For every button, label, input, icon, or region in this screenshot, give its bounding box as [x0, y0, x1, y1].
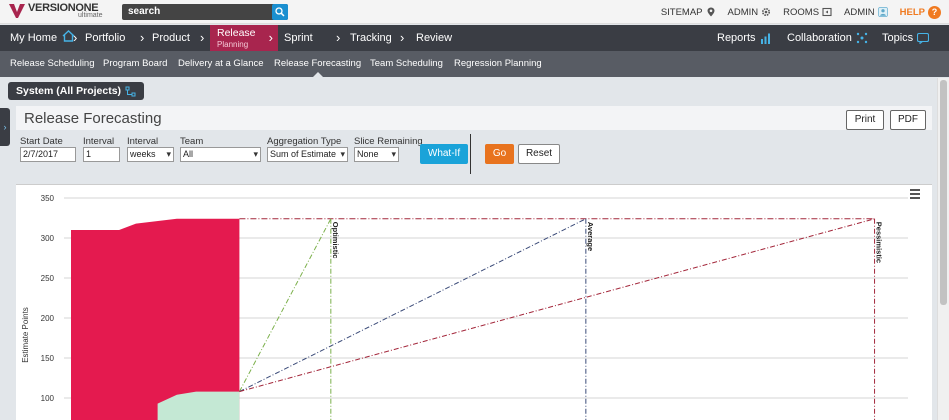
search-button[interactable]: [272, 4, 288, 20]
sidebar-toggle[interactable]: ›: [0, 108, 10, 146]
page-scrollbar[interactable]: [937, 78, 949, 420]
main-nav: My Home › Portfolio › Product › Release …: [0, 25, 949, 51]
user-admin-link[interactable]: ADMIN: [844, 7, 888, 18]
filter-bar: Start Date 2/7/2017 Interval 1 Interval …: [16, 134, 932, 182]
subnav-program-board[interactable]: Program Board: [103, 51, 167, 77]
nav-reports[interactable]: Reports: [717, 25, 771, 51]
what-if-button[interactable]: What-If: [420, 144, 468, 164]
page-title: Release Forecasting: [24, 110, 162, 127]
y-tick-label: 150: [41, 354, 55, 363]
scrollbar-thumb[interactable]: [940, 80, 947, 305]
interval-label: Interval: [83, 136, 115, 147]
help-link[interactable]: HELP ?: [900, 5, 941, 19]
sitemap-link[interactable]: SITEMAP: [661, 7, 716, 18]
chevron-right-icon: ›: [73, 30, 78, 45]
chevron-right-icon: ›: [200, 30, 205, 45]
go-button[interactable]: Go: [485, 144, 514, 164]
chevron-right-icon: ›: [3, 122, 7, 132]
team-select[interactable]: All: [180, 147, 261, 162]
chevron-right-icon: ›: [336, 30, 341, 45]
subnav-team-scheduling[interactable]: Team Scheduling: [370, 51, 443, 77]
search-input[interactable]: search: [122, 4, 288, 20]
subnav-release-scheduling[interactable]: Release Scheduling: [10, 51, 95, 77]
search-text: search: [128, 6, 161, 17]
logo-edition: ultimate: [78, 12, 103, 19]
nav-collaboration[interactable]: Collaboration: [787, 25, 868, 51]
chevron-right-icon: ›: [400, 30, 405, 45]
chart-menu-icon[interactable]: [910, 189, 920, 199]
interval-unit-select[interactable]: weeks: [127, 147, 174, 162]
subnav-release-forecasting[interactable]: Release Forecasting: [274, 51, 361, 77]
topics-icon: [917, 32, 930, 44]
sub-nav: Release Scheduling Program Board Deliver…: [0, 51, 949, 77]
nav-topics[interactable]: Topics: [882, 25, 930, 51]
team-label: Team: [180, 136, 204, 147]
forecast-label: Optimistic: [331, 222, 340, 259]
admin-link[interactable]: ADMIN: [728, 7, 772, 18]
remaining-area: [71, 218, 240, 420]
bar-chart-icon: [760, 33, 770, 44]
panel-header: Release Forecasting Print PDF: [16, 106, 932, 130]
start-date-label: Start Date: [20, 136, 63, 147]
y-tick-label: 300: [41, 234, 55, 243]
subnav-regression-planning[interactable]: Regression Planning: [454, 51, 542, 77]
rooms-link[interactable]: ROOMS: [783, 7, 832, 18]
y-tick-label: 100: [41, 394, 55, 403]
forecast-chart-svg: Estimate Points 350 300 250 200 150 100 Optimis…: [21, 189, 920, 420]
y-tick-label: 350: [41, 194, 55, 203]
nav-sprint[interactable]: Sprint: [284, 25, 313, 51]
project-selector[interactable]: System (All Projects): [8, 82, 145, 100]
nav-release[interactable]: Release Planning ›: [210, 25, 278, 51]
forecast-chart: Estimate Points 350 300 250 200 150 100 Optimis…: [16, 184, 932, 420]
y-tick-label: 250: [41, 274, 55, 283]
nav-review[interactable]: Review: [416, 25, 452, 51]
nav-portfolio[interactable]: Portfolio: [85, 25, 125, 51]
start-date-field[interactable]: 2/7/2017: [20, 147, 76, 162]
pdf-button[interactable]: PDF: [890, 110, 926, 130]
gear-icon: [762, 7, 771, 17]
forecast-label: Pessimistic: [875, 222, 884, 263]
nav-tracking[interactable]: Tracking: [350, 25, 392, 51]
hierarchy-icon: [125, 86, 136, 96]
interval-unit-label: Interval: [127, 136, 159, 147]
y-axis-label: Estimate Points: [21, 307, 30, 363]
search-icon: [275, 7, 285, 17]
aggregation-type-label: Aggregation Type: [267, 136, 342, 147]
forecast-label: Average: [586, 222, 595, 251]
location-icon: [707, 7, 715, 17]
y-tick-label: 200: [41, 314, 55, 323]
chevron-right-icon: ›: [268, 30, 273, 45]
filter-divider: [470, 134, 471, 174]
user-icon: [877, 7, 888, 17]
network-icon: [856, 32, 868, 44]
forecast-line-average: [239, 218, 587, 393]
nav-my-home[interactable]: My Home: [10, 25, 75, 51]
help-icon: ?: [928, 5, 941, 19]
top-bar: VERSIONONE ultimate search SITEMAP ADMIN…: [0, 0, 949, 24]
interval-field[interactable]: 1: [83, 147, 120, 162]
reset-button[interactable]: Reset: [518, 144, 560, 164]
chevron-right-icon: ›: [140, 30, 145, 45]
versionone-logo-icon: [9, 4, 25, 18]
print-button[interactable]: Print: [846, 110, 884, 130]
nav-product[interactable]: Product: [152, 25, 190, 51]
forecast-line-optimistic: [238, 218, 332, 392]
subnav-delivery-at-a-glance[interactable]: Delivery at a Glance: [178, 51, 264, 77]
rooms-icon: [822, 7, 832, 17]
slice-remaining-label: Slice Remaining: [354, 136, 423, 147]
slice-remaining-select[interactable]: None: [354, 147, 399, 162]
aggregation-type-select[interactable]: Sum of Estimate: [267, 147, 348, 162]
